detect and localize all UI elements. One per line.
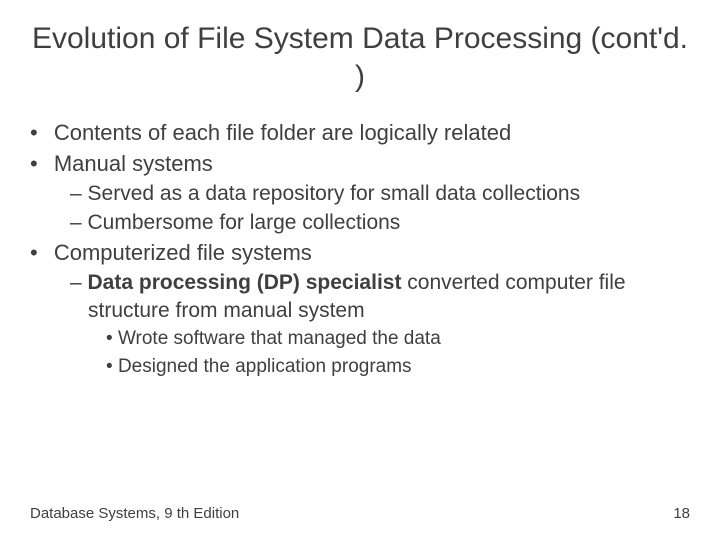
bullet-level1: Manual systems xyxy=(50,150,690,179)
bold-term: Data processing (DP) specialist xyxy=(88,271,402,294)
slide-footer: Database Systems, 9 th Edition 18 xyxy=(30,505,690,522)
bullet-level2: Data processing (DP) specialist converte… xyxy=(88,269,690,324)
slide-title: Evolution of File System Data Processing… xyxy=(30,20,690,95)
footer-source: Database Systems, 9 th Edition xyxy=(30,505,239,522)
bullet-level1: Contents of each file folder are logical… xyxy=(50,119,690,148)
bullet-level3: Wrote software that managed the data xyxy=(122,326,690,352)
bullet-level2: Cumbersome for large collections xyxy=(88,209,690,236)
bullet-level3: Designed the application programs xyxy=(122,354,690,380)
bullet-level2: Served as a data repository for small da… xyxy=(88,180,690,207)
bullet-level1: Computerized file systems xyxy=(50,239,690,268)
footer-page-number: 18 xyxy=(673,505,690,522)
